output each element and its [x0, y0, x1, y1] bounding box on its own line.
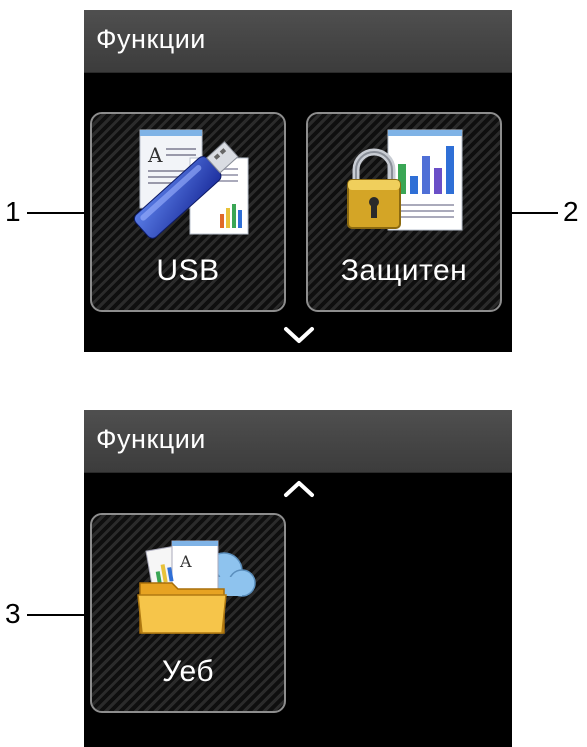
screen-title: Функции [96, 24, 206, 54]
secure-print-button[interactable]: Защитен [306, 112, 502, 312]
usb-label: USB [156, 254, 220, 287]
chevron-down-icon[interactable] [283, 326, 315, 344]
chevron-up-icon[interactable] [283, 480, 315, 498]
callout-number-1: 1 [5, 196, 21, 227]
screen-title: Функции [96, 424, 206, 454]
function-screen-2: Функции A Уеб [84, 410, 512, 747]
usb-flash-drive-icon: A [133, 129, 249, 239]
callout-number-3: 3 [5, 598, 21, 629]
cloud-folder-icon: A [137, 540, 256, 634]
function-screen-1: Функции A USB Защитен [84, 10, 512, 352]
callout-line-3 [27, 614, 89, 616]
secure-print-label: Защитен [340, 254, 468, 287]
callout-line-2 [508, 212, 558, 214]
svg-text:A: A [179, 552, 192, 571]
title-bar: Функции [84, 10, 512, 73]
callout-number-2: 2 [563, 196, 579, 227]
svg-text:A: A [147, 143, 163, 167]
web-label: Уеб [161, 655, 215, 688]
padlock-document-icon [347, 129, 463, 231]
web-button[interactable]: A Уеб [90, 513, 286, 713]
callout-line-1 [27, 212, 89, 214]
usb-button[interactable]: A USB [90, 112, 286, 312]
title-bar: Функции [84, 410, 512, 473]
